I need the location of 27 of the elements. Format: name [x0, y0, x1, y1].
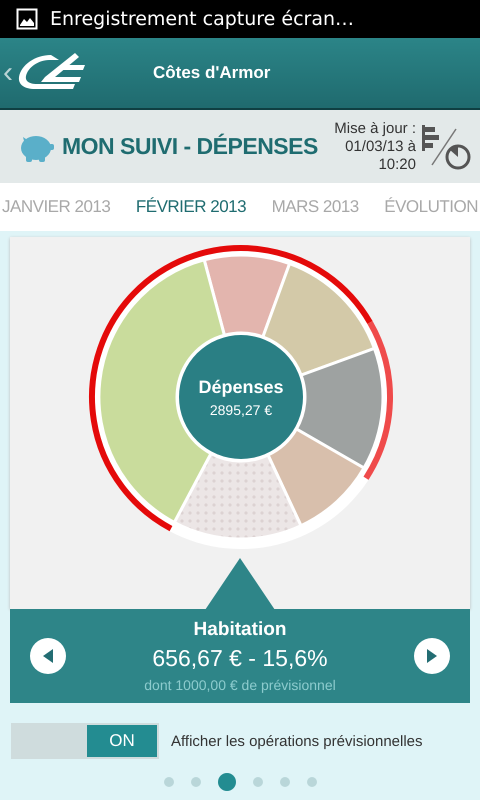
toggle-switch[interactable]: ON	[11, 723, 159, 759]
month-tab[interactable]: JANVIER 2013	[2, 197, 110, 217]
update-time: Mise à jour : 01/03/13 à 10:20	[334, 120, 416, 174]
page-dot[interactable]	[218, 773, 236, 791]
back-button[interactable]: ‹	[3, 58, 13, 88]
section-title: MON SUIVI - DÉPENSES	[62, 133, 319, 160]
previous-button[interactable]	[30, 638, 66, 674]
page-dot[interactable]	[252, 777, 262, 787]
category-amount: 656,67 € - 15,6%	[152, 645, 328, 672]
month-tab[interactable]: FÉVRIER 2013	[136, 197, 246, 217]
page-dot[interactable]	[306, 777, 316, 787]
switch-knob: ON	[87, 725, 157, 757]
next-button[interactable]	[414, 638, 450, 674]
image-icon	[16, 8, 38, 30]
page-dot[interactable]	[190, 777, 200, 787]
header-title: Côtes d'Armor	[153, 63, 270, 83]
center-total: 2895,27 €	[210, 402, 272, 418]
notification-text: Enregistrement capture écran…	[50, 8, 354, 30]
category-name: Habitation	[194, 619, 286, 641]
forecast-note: dont 1000,00 € de prévisionnel	[144, 677, 336, 693]
page-dot[interactable]	[280, 777, 290, 787]
month-tab[interactable]: MARS 2013	[272, 197, 359, 217]
chart-timer-icon[interactable]	[420, 122, 472, 170]
toggle-label: Afficher les opérations prévisionnelles	[171, 732, 423, 750]
center-label: Dépenses	[198, 376, 284, 398]
month-tab[interactable]: ÉVOLUTION	[384, 197, 478, 217]
page-dot[interactable]	[164, 777, 174, 787]
